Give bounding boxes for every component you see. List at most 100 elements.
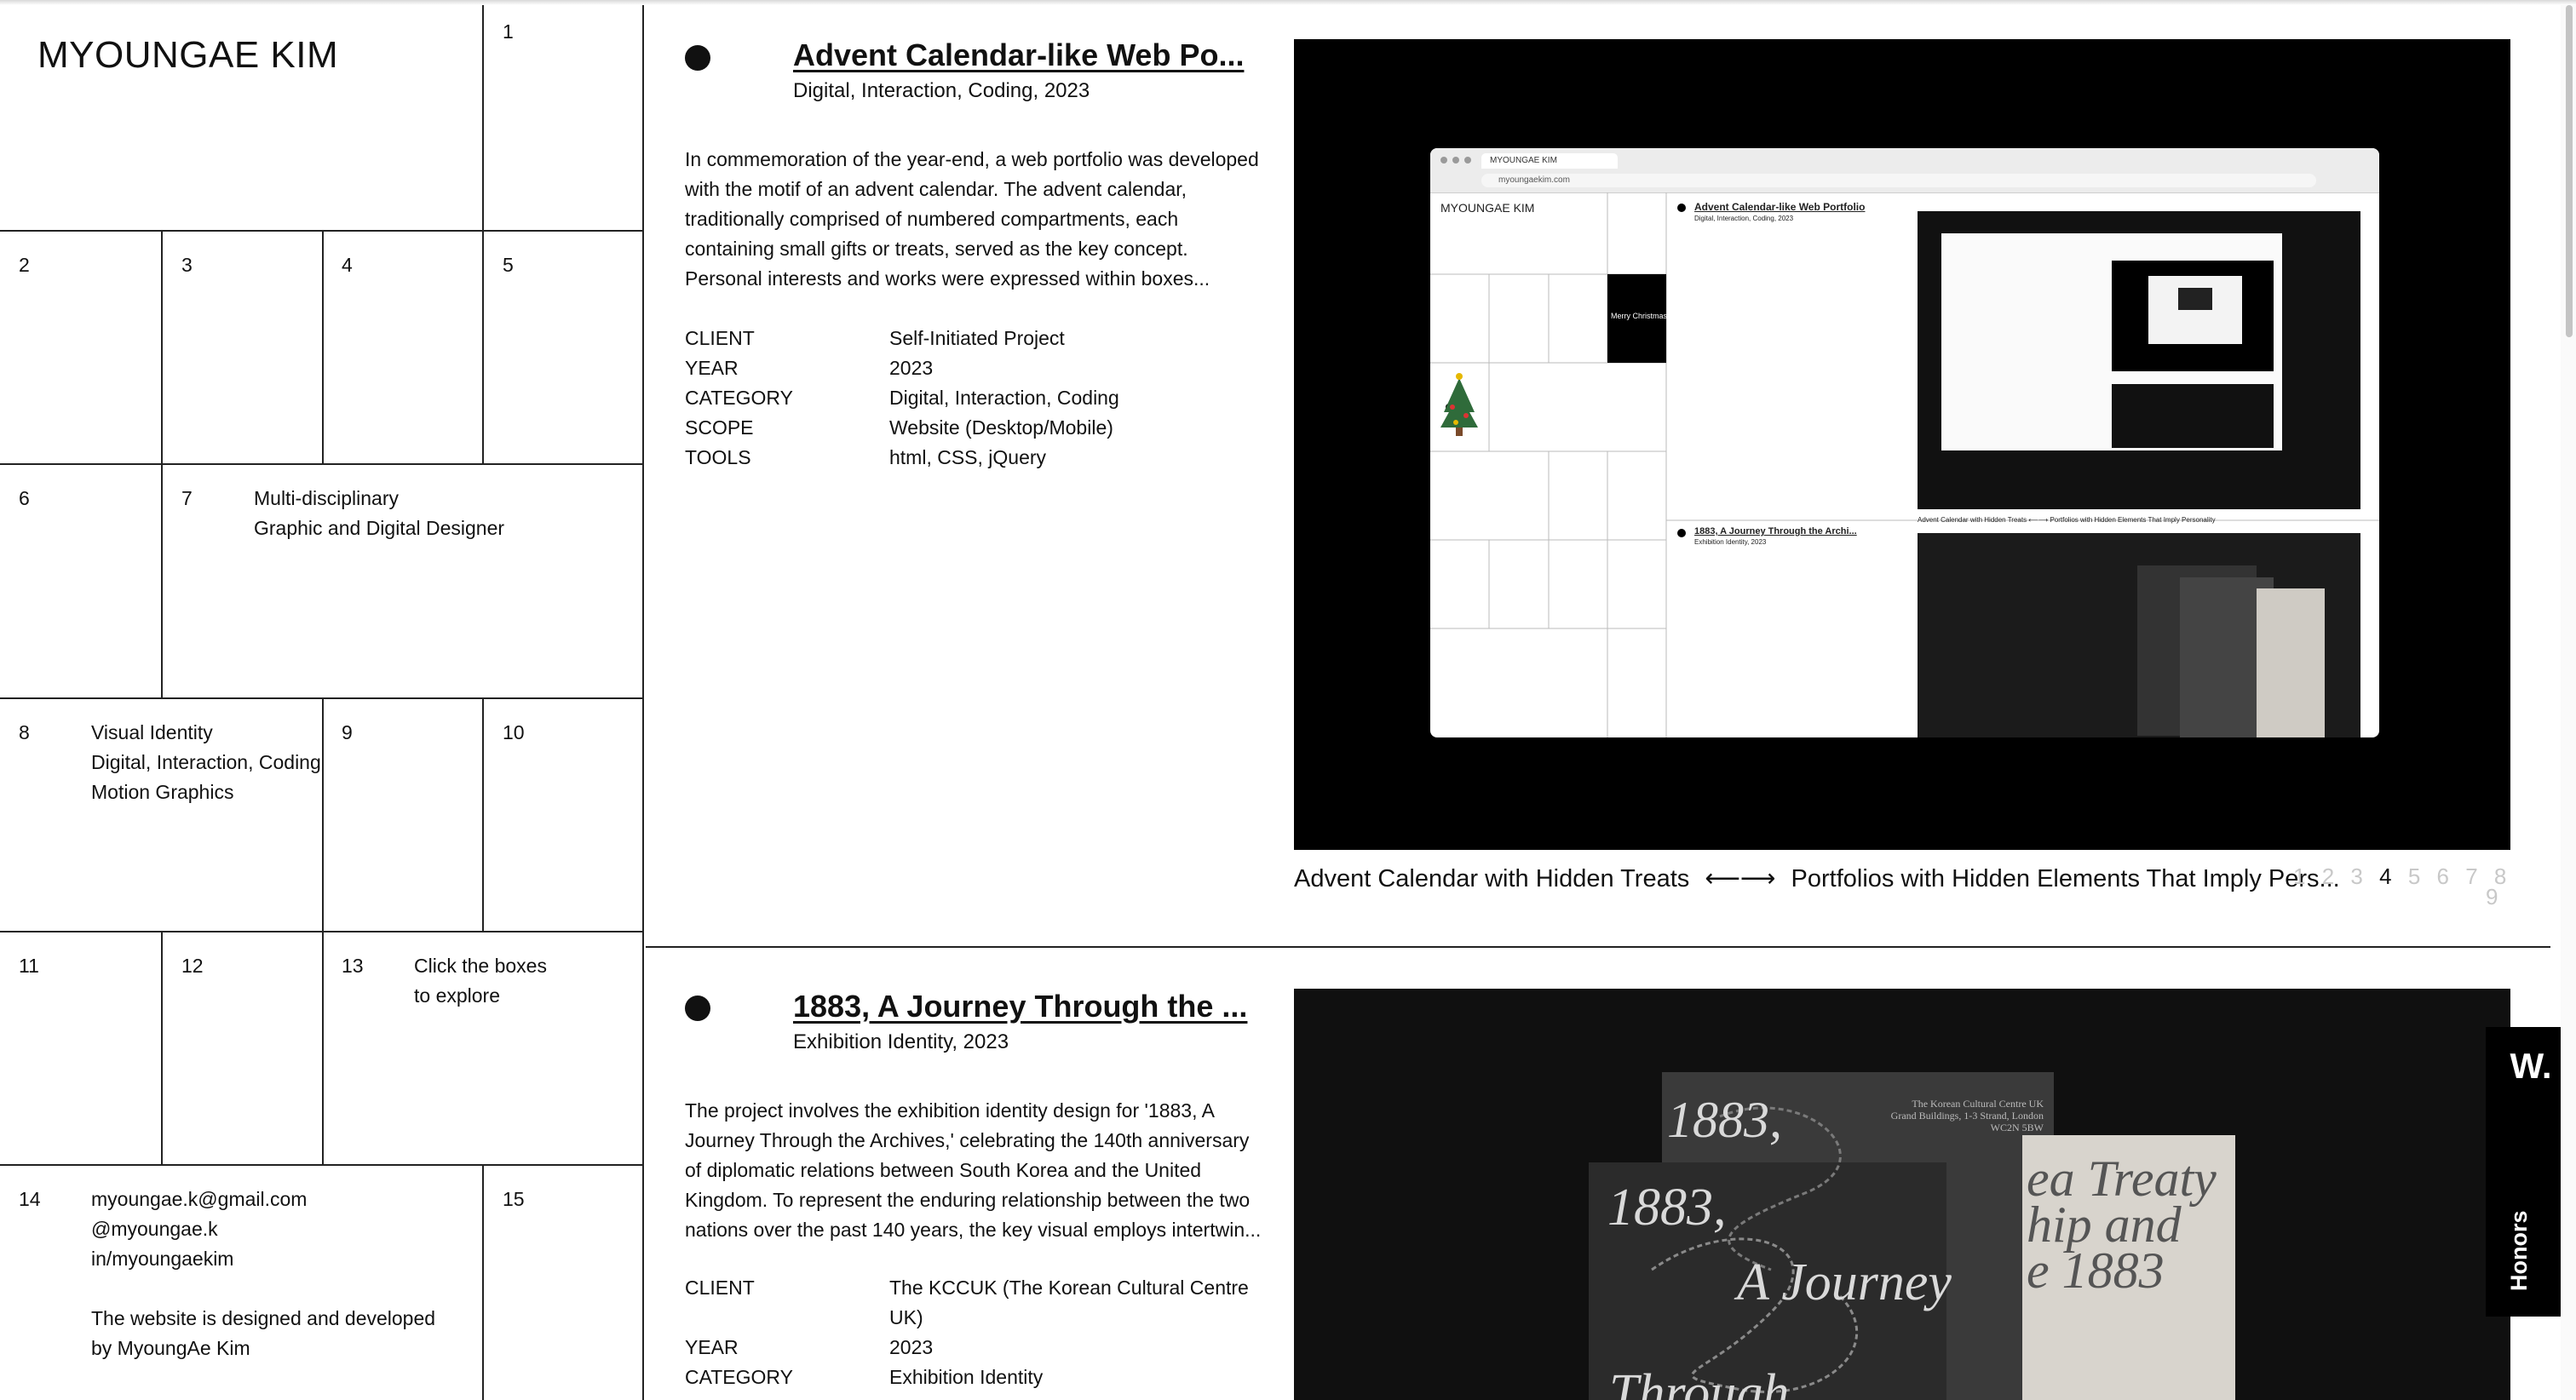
project-title-link[interactable]: 1883, A Journey Through the ...	[793, 989, 1247, 1024]
window-dot	[1452, 157, 1459, 164]
disciplines: Visual Identity Digital, Interaction, Co…	[91, 718, 321, 807]
box-5[interactable]: 5	[503, 254, 514, 277]
double-arrow-icon: ⟵⟶	[1705, 865, 1776, 892]
email-link[interactable]: myoungae.k@gmail.com	[91, 1185, 435, 1214]
mockup-project2-title: 1883, A Journey Through the Archi...	[1694, 526, 1857, 536]
poster-title-line2: A Journey	[1737, 1254, 1952, 1311]
box-1[interactable]: 1	[503, 20, 514, 43]
image-pager-overflow: 9	[2486, 884, 2498, 910]
poster-venue: The Korean Cultural Centre UK Grand Buil…	[1890, 1098, 2044, 1133]
project-image[interactable]: 1883, 1883, A Journey Through The Korean…	[1294, 989, 2510, 1400]
project-description: The project involves the exhibition iden…	[685, 1099, 1262, 1241]
project-bullet	[685, 995, 710, 1021]
project-subtitle: Exhibition Identity, 2023	[793, 1030, 1009, 1053]
caption-left: Advent Calendar with Hidden Treats	[1294, 865, 1690, 892]
project-image[interactable]: MYOUNGAE KIM myoungaekim.com MYOUNGAE KI…	[1294, 39, 2510, 850]
page-9[interactable]: 9	[2486, 884, 2498, 910]
box-10[interactable]: 10	[503, 721, 525, 744]
credit-line-2: by MyoungAe Kim	[91, 1337, 250, 1359]
scrollbar-thumb[interactable]	[2566, 5, 2573, 337]
box-4[interactable]: 4	[342, 254, 353, 277]
poster-title-line3: Through	[1609, 1364, 1790, 1400]
mockup-project-subtitle: Digital, Interaction, Coding, 2023	[1694, 215, 1794, 222]
box-8[interactable]: 8	[19, 721, 30, 744]
page-6[interactable]: 6	[2437, 864, 2449, 890]
mockup-page: MYOUNGAE KIM Advent Calendar-like Web Po…	[1430, 192, 2379, 737]
meta-key: CLIENT	[685, 1277, 755, 1299]
project-title-link[interactable]: Advent Calendar-like Web Po...	[793, 37, 1244, 73]
page-1[interactable]: 1	[2293, 864, 2305, 890]
meta-value: Digital, Interaction, Coding	[889, 387, 1119, 409]
project-subtitle: Digital, Interaction, Coding, 2023	[793, 79, 1090, 102]
page-3[interactable]: 3	[2350, 864, 2362, 890]
linkedin-link[interactable]: in/myoungaekim	[91, 1244, 435, 1274]
grid-line	[482, 1164, 484, 1400]
grid-line	[322, 931, 324, 1164]
grid-line	[161, 230, 163, 463]
meta-key: CLIENT	[685, 327, 755, 349]
meta-key: SCOPE	[685, 416, 754, 439]
advent-grid: MYOUNGAE KIM 1 2 3 4 5 6 7 8 9 10 11 12 …	[0, 0, 644, 1400]
box-11[interactable]: 11	[19, 955, 39, 978]
poster-side-title: ea Treaty hip and e 1883	[2027, 1150, 2217, 1299]
browser-toolbar: MYOUNGAE KIM myoungaekim.com	[1430, 148, 2379, 193]
poster-graphics	[1589, 1072, 2235, 1400]
page-5[interactable]: 5	[2408, 864, 2420, 890]
hint-line-2: to explore	[414, 984, 501, 1007]
role-line-2: Graphic and Digital Designer	[254, 517, 505, 539]
instagram-link[interactable]: @myoungae.k	[91, 1214, 435, 1244]
contact-info: myoungae.k@gmail.com @myoungae.k in/myou…	[91, 1185, 435, 1363]
image-pager: 1 2 3 4 5 6 7 8	[2283, 864, 2513, 890]
page-2[interactable]: 2	[2322, 864, 2334, 890]
meta-key: CATEGORY	[685, 1366, 793, 1388]
hint-line-1: Click the boxes	[414, 955, 547, 977]
grid-line	[482, 230, 484, 463]
box-13[interactable]: 13	[342, 955, 364, 978]
discipline-line-1: Visual Identity	[91, 721, 213, 743]
meta-key: TOOLS	[685, 446, 751, 468]
discipline-line-2: Digital, Interaction, Coding	[91, 751, 321, 773]
credit-line-1: The website is designed and developed	[91, 1307, 436, 1329]
box-15[interactable]: 15	[503, 1188, 525, 1211]
grid-line	[482, 0, 484, 230]
meta-key: CATEGORY	[685, 387, 793, 409]
box-3[interactable]: 3	[181, 254, 193, 277]
meta-value: Self-Initiated Project	[889, 327, 1065, 349]
box-2[interactable]: 2	[19, 254, 30, 277]
mockup-caption: Advent Calendar with Hidden Treats ⟵⟶ Po…	[1918, 516, 2216, 524]
browser-tab: MYOUNGAE KIM	[1481, 153, 1618, 169]
window-dot	[1464, 157, 1471, 164]
scrollbar[interactable]	[2561, 0, 2576, 1400]
project-bullet	[685, 45, 710, 71]
honors-label: Honors	[2506, 1210, 2532, 1292]
site-title[interactable]: MYOUNGAE KIM	[37, 34, 338, 77]
meta-value: The KCCUK (The Korean Cultural Centre UK…	[889, 1277, 1249, 1328]
mockup-greeting: Merry Christmas!	[1611, 312, 1670, 320]
image-caption: Advent Calendar with Hidden Treats ⟵⟶ Po…	[1294, 864, 2340, 893]
grid-line	[322, 697, 324, 931]
box-6[interactable]: 6	[19, 487, 30, 510]
box-7[interactable]: 7	[181, 487, 193, 510]
browser-mockup: MYOUNGAE KIM myoungaekim.com MYOUNGAE KI…	[1430, 148, 2379, 737]
meta-value: html, CSS, jQuery	[889, 446, 1047, 468]
grid-line	[161, 931, 163, 1164]
poster-title-back: 1883,	[1667, 1092, 1782, 1148]
box-9[interactable]: 9	[342, 721, 353, 744]
designer-role: Multi-disciplinary Graphic and Digital D…	[254, 484, 504, 543]
page-4-active[interactable]: 4	[2379, 864, 2391, 890]
mockup-site-title: MYOUNGAE KIM	[1440, 201, 1535, 215]
poster-title-front: 1883,	[1607, 1179, 1727, 1236]
meta-key: YEAR	[685, 1336, 739, 1358]
page-7[interactable]: 7	[2465, 864, 2477, 890]
box-14[interactable]: 14	[19, 1188, 41, 1211]
explore-hint: Click the boxes to explore	[414, 951, 547, 1011]
discipline-line-3: Motion Graphics	[91, 781, 234, 803]
box-12[interactable]: 12	[181, 955, 204, 978]
mockup-project2-subtitle: Exhibition Identity, 2023	[1694, 538, 1767, 546]
meta-value: 2023	[889, 1336, 934, 1358]
role-line-1: Multi-disciplinary	[254, 487, 399, 509]
top-shadow	[0, 0, 2576, 5]
project-divider	[646, 946, 2550, 948]
window-dot	[1440, 157, 1447, 164]
